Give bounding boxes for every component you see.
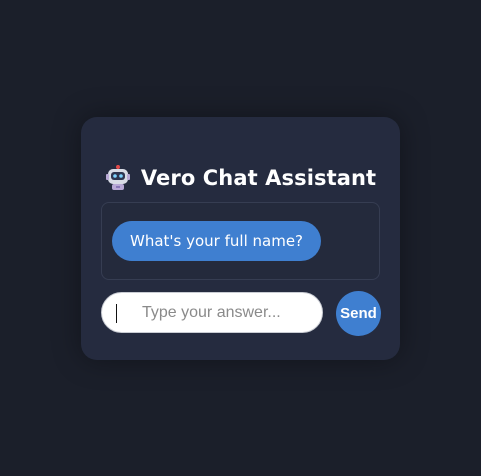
text-caret xyxy=(116,304,117,323)
send-button[interactable]: Send xyxy=(336,291,381,336)
answer-field[interactable] xyxy=(101,292,323,333)
chat-card: Vero Chat Assistant What's your full nam… xyxy=(81,117,400,360)
chat-messages: What's your full name? xyxy=(101,202,380,280)
answer-input[interactable] xyxy=(142,293,312,332)
robot-icon xyxy=(105,165,130,190)
chat-header: Vero Chat Assistant xyxy=(81,163,400,193)
assistant-message: What's your full name? xyxy=(112,221,322,261)
chat-title: Vero Chat Assistant xyxy=(140,166,377,190)
